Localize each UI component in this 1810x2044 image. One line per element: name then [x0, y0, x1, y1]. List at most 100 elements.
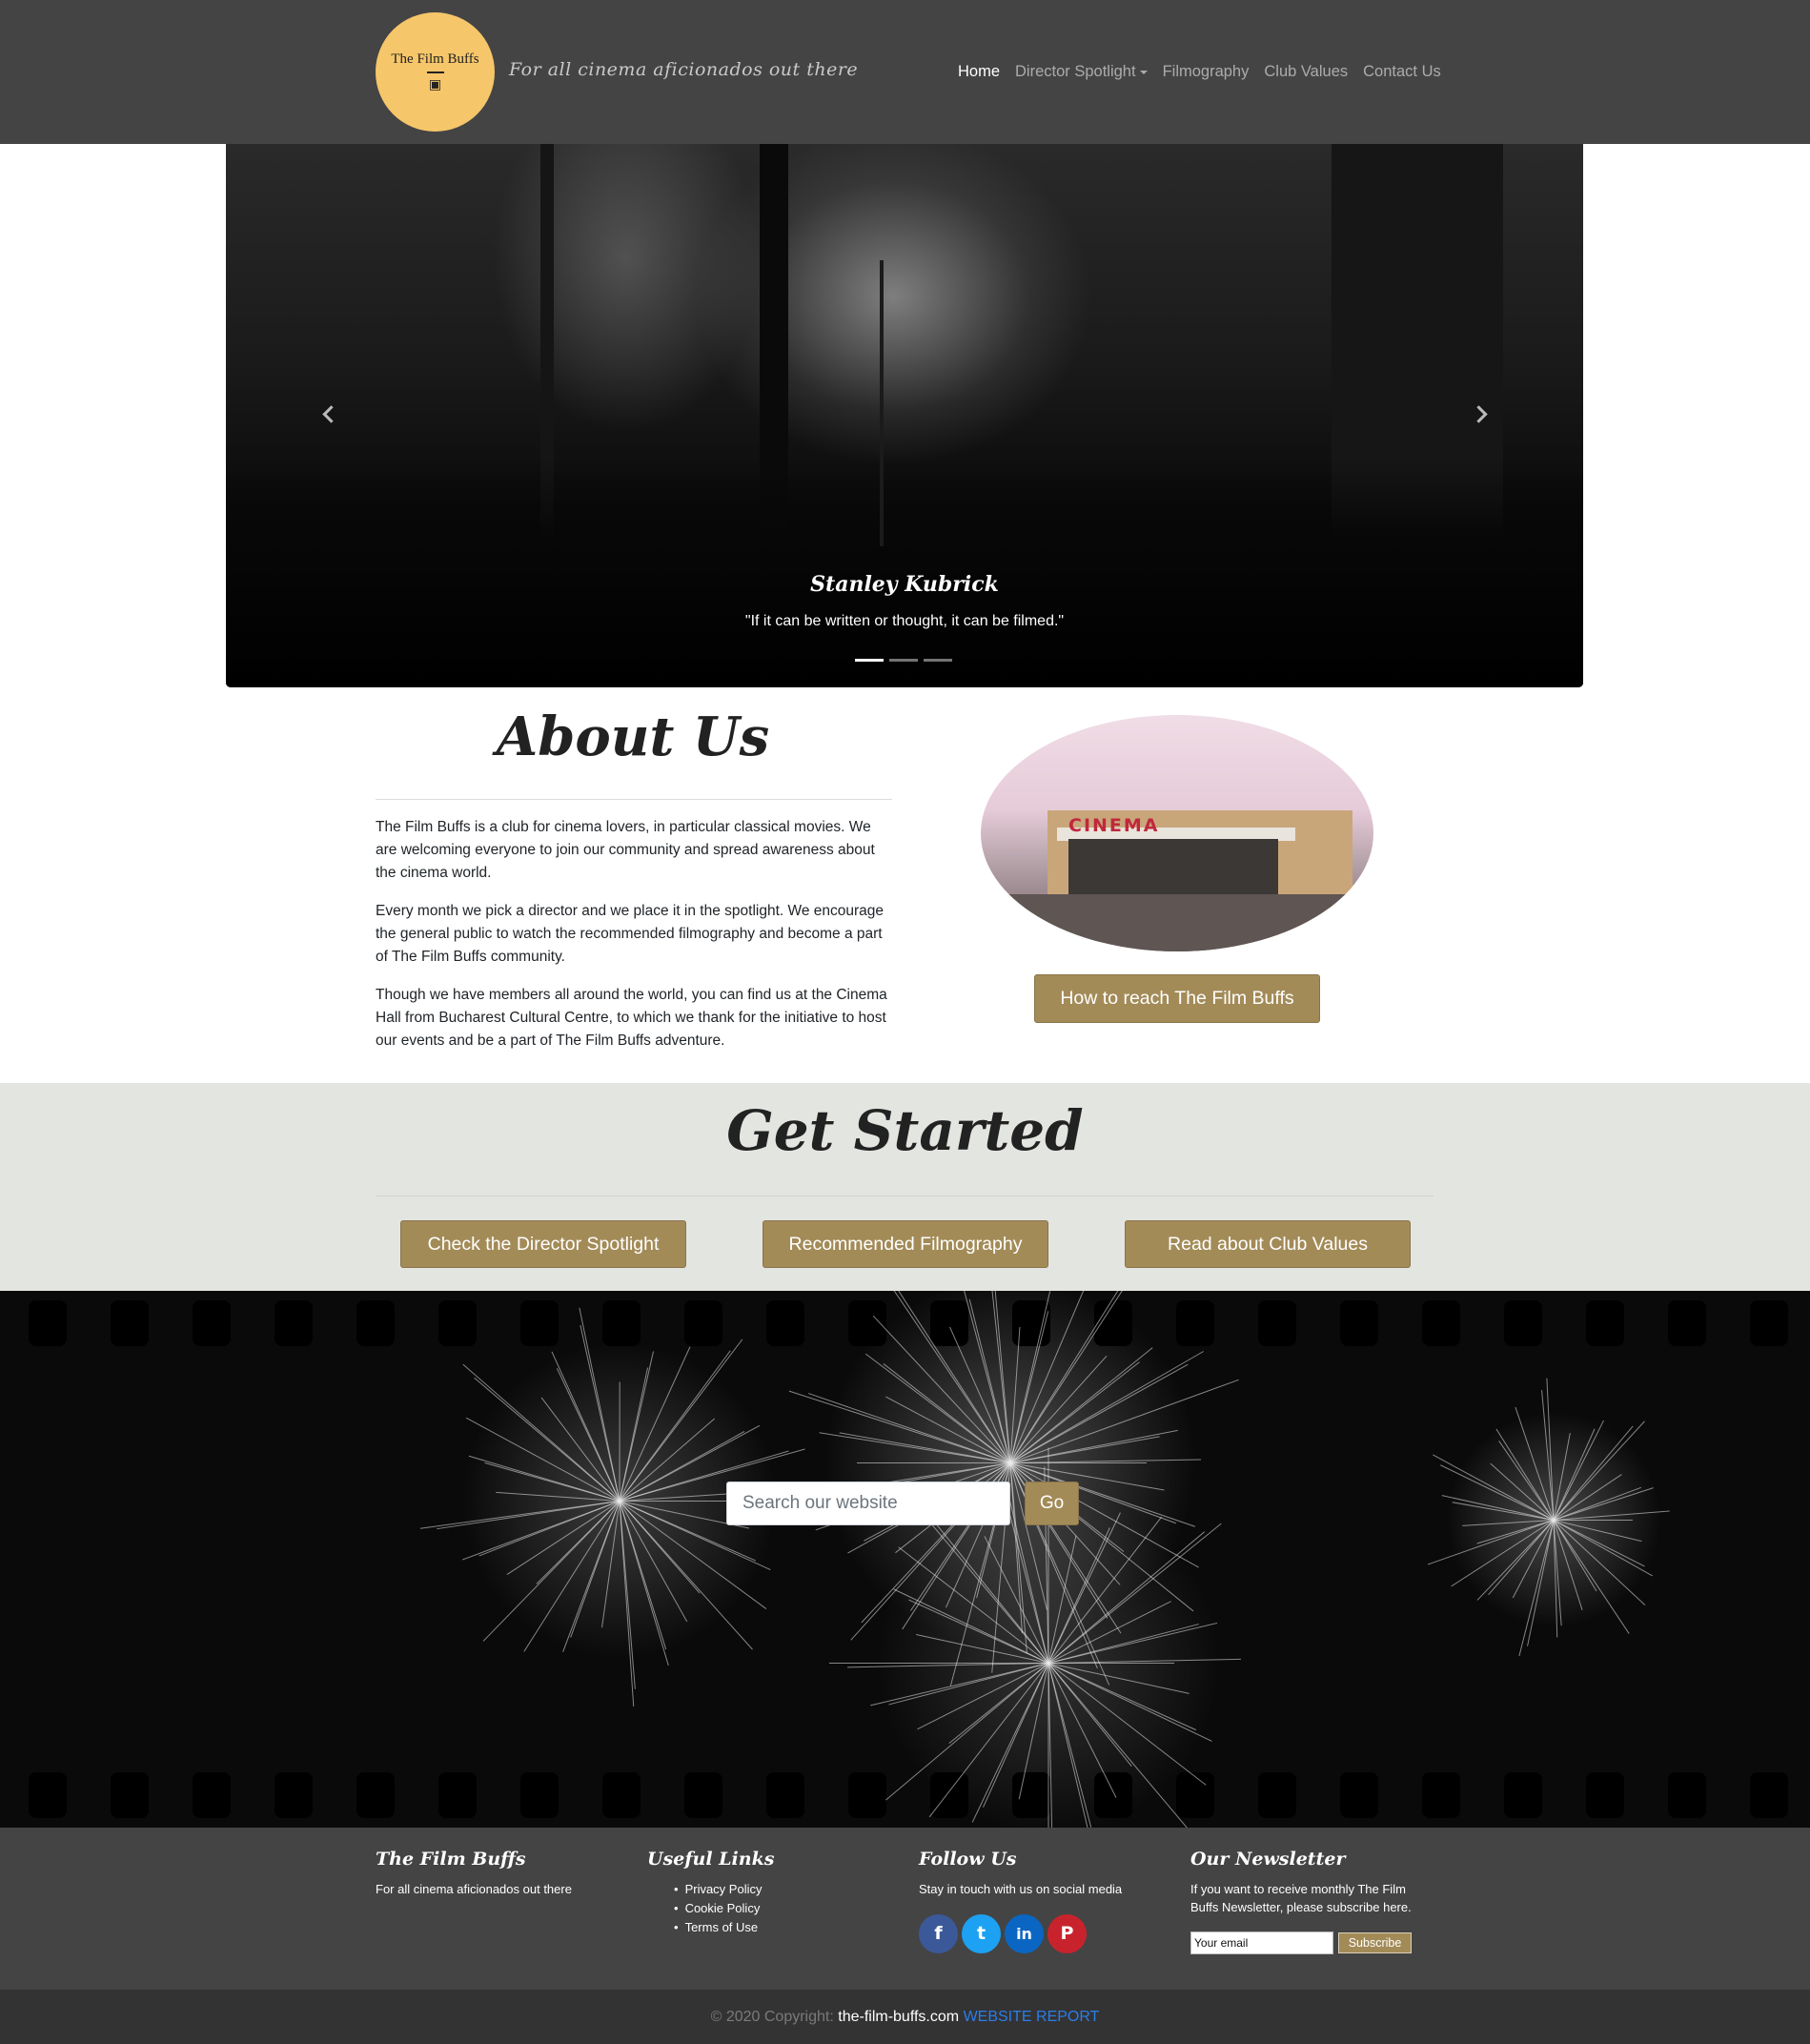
film-sprocket-hole	[1340, 1300, 1378, 1346]
film-sprocket-hole	[684, 1300, 722, 1346]
film-sprocket-hole	[766, 1300, 804, 1346]
facebook-icon[interactable]: f	[919, 1914, 958, 1953]
firework-spark	[462, 1363, 620, 1502]
carousel-caption-text: "If it can be written or thought, it can…	[744, 613, 1065, 629]
footer-newsletter: Our Newsletter If you want to receive mo…	[1190, 1828, 1429, 1954]
footer: The Film Buffs For all cinema aficionado…	[0, 1828, 1810, 1990]
firework-spark	[1047, 1663, 1049, 1828]
projector-icon: ▣	[428, 76, 442, 92]
film-sprocket-hole	[193, 1300, 231, 1346]
film-sprocket-hole	[1750, 1772, 1788, 1818]
carousel-indicators	[855, 659, 952, 662]
film-sprocket-hole	[275, 1300, 313, 1346]
firework-spark	[619, 1501, 635, 1707]
cookie-policy-link[interactable]: Cookie Policy	[674, 1899, 885, 1918]
firework-spark	[570, 1501, 620, 1638]
nav-contact-us[interactable]: Contact Us	[1363, 63, 1441, 81]
film-sprocket-hole	[1258, 1772, 1296, 1818]
chevron-left-icon	[321, 405, 340, 423]
footer-newsletter-text: If you want to receive monthly The Film …	[1190, 1882, 1412, 1914]
carousel-indicator-1[interactable]	[855, 659, 884, 662]
logo-divider	[426, 72, 444, 73]
hero-carousel: Stanley Kubrick "If it can be written or…	[226, 144, 1583, 687]
film-sprocket-hole	[766, 1772, 804, 1818]
film-sprocket-hole	[1668, 1300, 1706, 1346]
film-sprocket-hole	[1750, 1300, 1788, 1346]
film-sprocket-hole	[930, 1300, 968, 1346]
firework-spark	[1553, 1433, 1571, 1521]
film-sprocket-hole	[1586, 1772, 1624, 1818]
film-sprocket-hole	[1504, 1772, 1542, 1818]
nav-club-values[interactable]: Club Values	[1264, 63, 1348, 81]
film-sprocket-hole	[356, 1772, 395, 1818]
caret-down-icon	[1139, 70, 1148, 74]
twitter-icon[interactable]: t	[962, 1914, 1001, 1953]
firework-spark	[496, 1491, 620, 1502]
main-nav: Home Director Spotlight Filmography Club…	[958, 63, 1441, 81]
footer-about-text: For all cinema aficionados out there	[376, 1882, 572, 1896]
film-sprocket-hole	[1504, 1300, 1542, 1346]
film-sprocket-hole	[930, 1772, 968, 1818]
footer-about: The Film Buffs For all cinema aficionado…	[376, 1828, 614, 1898]
carousel-caption-title: Stanley Kubrick	[810, 572, 999, 597]
firework-spark	[1441, 1495, 1555, 1521]
how-to-reach-button[interactable]: How to reach The Film Buffs	[1034, 974, 1320, 1023]
film-sprocket-hole	[602, 1772, 641, 1818]
recommended-filmography-button[interactable]: Recommended Filmography	[763, 1220, 1048, 1268]
streetlamp-pole	[880, 260, 884, 546]
film-sprocket-hole	[1422, 1300, 1460, 1346]
nav-director-spotlight-label: Director Spotlight	[1015, 63, 1136, 80]
nav-director-spotlight[interactable]: Director Spotlight	[1015, 63, 1148, 81]
fireworks-background	[0, 1291, 1810, 1828]
film-sprocket-hole	[111, 1300, 149, 1346]
cinema-sign: CINEMA	[1068, 815, 1160, 836]
footer-follow: Follow Us Stay in touch with us on socia…	[919, 1828, 1157, 1953]
subscribe-button[interactable]: Subscribe	[1338, 1932, 1412, 1953]
footer-links: Useful Links Privacy Policy Cookie Polic…	[647, 1828, 885, 1937]
film-sprocket-hole	[1668, 1772, 1706, 1818]
nav-filmography[interactable]: Filmography	[1163, 63, 1250, 81]
privacy-policy-link[interactable]: Privacy Policy	[674, 1880, 885, 1899]
firework-spark	[1009, 1363, 1189, 1463]
pinterest-icon[interactable]: P	[1047, 1914, 1087, 1953]
newsletter-email-input[interactable]	[1190, 1932, 1333, 1954]
firework-spark	[466, 1417, 620, 1502]
footer-links-list: Privacy Policy Cookie Policy Terms of Us…	[674, 1880, 885, 1937]
film-sprocket-hole	[520, 1772, 559, 1818]
firework-spark	[893, 1588, 1049, 1664]
firework-spark	[620, 1501, 735, 1502]
get-started-heading: Get Started	[726, 1098, 1084, 1163]
film-sprocket-hole	[520, 1300, 559, 1346]
firework-spark	[1047, 1447, 1049, 1664]
film-sprocket-hole	[275, 1772, 313, 1818]
film-sprocket-hole	[111, 1772, 149, 1818]
logo[interactable]: The Film Buffs ▣	[376, 12, 495, 132]
carousel-indicator-2[interactable]	[889, 659, 918, 662]
terms-of-use-link[interactable]: Terms of Use	[674, 1918, 885, 1937]
firework-spark	[1009, 1351, 1204, 1463]
director-spotlight-button[interactable]: Check the Director Spotlight	[400, 1220, 686, 1268]
cinema-entrance	[1068, 839, 1278, 894]
navbar: The Film Buffs ▣ For all cinema aficiona…	[0, 0, 1810, 144]
cinema-building-image: CINEMA	[981, 715, 1373, 951]
firework-spark	[1433, 1454, 1555, 1521]
copyright-prefix: © 2020 Copyright:	[710, 2009, 834, 2025]
carousel-next-button[interactable]	[1450, 397, 1507, 435]
film-sprocket-hole	[193, 1772, 231, 1818]
search-input[interactable]	[726, 1482, 1010, 1525]
carousel-prev-button[interactable]	[302, 397, 359, 435]
carousel-indicator-3[interactable]	[924, 659, 952, 662]
copyright-site-link[interactable]: the-film-buffs.com	[838, 2009, 959, 2025]
firework-spark	[1554, 1520, 1633, 1521]
film-sprocket-hole	[29, 1772, 67, 1818]
about-text: The Film Buffs is a club for cinema love…	[376, 816, 890, 1068]
linkedin-icon[interactable]: in	[1005, 1914, 1044, 1953]
search-go-button[interactable]: Go	[1025, 1482, 1079, 1525]
about-heading: About Us	[496, 705, 770, 768]
nav-home[interactable]: Home	[958, 63, 1000, 81]
film-sprocket-hole	[684, 1772, 722, 1818]
film-sprocket-hole	[29, 1300, 67, 1346]
club-values-button[interactable]: Read about Club Values	[1125, 1220, 1411, 1268]
website-report-link[interactable]: WEBSITE REPORT	[964, 2009, 1100, 2025]
film-sprocket-hole	[1258, 1300, 1296, 1346]
